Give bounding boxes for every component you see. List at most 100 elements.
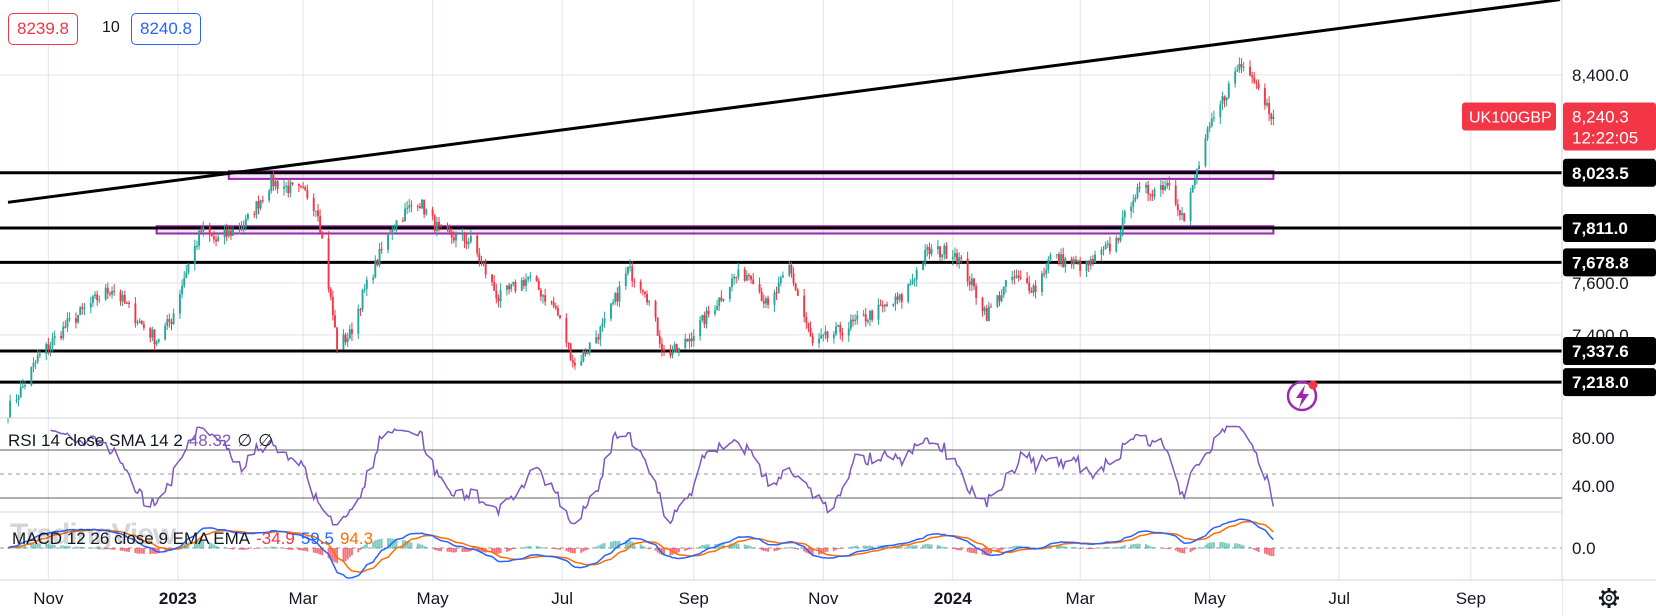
candle-body[interactable] <box>181 285 184 295</box>
candle-body[interactable] <box>941 254 944 258</box>
candle-body[interactable] <box>261 200 264 202</box>
candle-body[interactable] <box>227 230 230 237</box>
candle-body[interactable] <box>953 253 956 257</box>
candle-body[interactable] <box>285 185 288 187</box>
candle-body[interactable] <box>334 315 336 328</box>
candle-body[interactable] <box>410 205 413 207</box>
candle-body[interactable] <box>47 344 50 350</box>
candle-body[interactable] <box>1091 258 1094 263</box>
candle-body[interactable] <box>522 280 525 286</box>
candle-body[interactable] <box>626 266 629 274</box>
candle-body[interactable] <box>939 246 942 258</box>
candle-body[interactable] <box>283 186 285 189</box>
candle-body[interactable] <box>291 182 294 184</box>
candle-body[interactable] <box>1013 276 1016 278</box>
candle-body[interactable] <box>433 215 436 231</box>
candle-body[interactable] <box>907 284 910 302</box>
candle-body[interactable] <box>722 298 725 301</box>
candle-body[interactable] <box>968 281 971 285</box>
candle-body[interactable] <box>467 242 470 244</box>
candle-body[interactable] <box>302 186 305 188</box>
candle-body[interactable] <box>1077 260 1080 262</box>
time-axis[interactable]: Nov 2023 Mar May Jul Sep Nov 2024 Mar May Jul Sep <box>0 579 1656 616</box>
candle-body[interactable] <box>588 342 591 352</box>
candle-body[interactable] <box>767 298 770 305</box>
candle-body[interactable] <box>140 320 143 325</box>
ask-price[interactable]: 8240.8 <box>131 13 201 45</box>
candle-body[interactable] <box>1132 200 1135 207</box>
candle-body[interactable] <box>818 338 820 344</box>
candle-body[interactable] <box>1136 187 1139 198</box>
candle-body[interactable] <box>1017 275 1020 278</box>
candle-body[interactable] <box>1002 286 1005 296</box>
candle-body[interactable] <box>391 229 394 235</box>
candle-body[interactable] <box>77 314 80 323</box>
candle-body[interactable] <box>1130 206 1133 212</box>
candle-body[interactable] <box>807 323 810 328</box>
candle-body[interactable] <box>639 281 642 290</box>
candle-body[interactable] <box>1055 254 1058 256</box>
candle-body[interactable] <box>257 201 260 209</box>
candle-body[interactable] <box>168 319 171 323</box>
candle-body[interactable] <box>1100 250 1103 255</box>
candle-body[interactable] <box>788 264 791 276</box>
candle-body[interactable] <box>951 256 954 259</box>
candle-body[interactable] <box>1268 102 1271 115</box>
candle-body[interactable] <box>1108 243 1111 252</box>
candle-body[interactable] <box>372 277 375 280</box>
candle-body[interactable] <box>1234 71 1237 84</box>
price-axis[interactable]: 8,400.07,600.07,400.08,023.57,811.07,678… <box>1561 0 1656 616</box>
candle-body[interactable] <box>440 225 443 227</box>
candle-body[interactable] <box>569 343 572 361</box>
candle-body[interactable] <box>183 278 186 286</box>
candle-body[interactable] <box>930 249 933 254</box>
candle-body[interactable] <box>348 329 351 339</box>
candle-body[interactable] <box>612 302 615 304</box>
candle-body[interactable] <box>752 279 755 285</box>
candle-body[interactable] <box>1085 261 1088 272</box>
candle-body[interactable] <box>1219 104 1222 118</box>
candle-body[interactable] <box>539 289 542 297</box>
candle-body[interactable] <box>735 276 738 278</box>
candle-body[interactable] <box>790 264 793 274</box>
candle-body[interactable] <box>781 275 784 278</box>
candle-body[interactable] <box>945 245 948 259</box>
candle-body[interactable] <box>1210 118 1213 127</box>
candle-body[interactable] <box>1045 269 1048 274</box>
candle-body[interactable] <box>777 282 780 294</box>
candle-body[interactable] <box>803 295 806 317</box>
candle-body[interactable] <box>123 294 126 303</box>
candle-body[interactable] <box>805 316 808 324</box>
candle-body[interactable] <box>1102 249 1105 251</box>
candle-body[interactable] <box>998 295 1001 302</box>
candle-body[interactable] <box>975 286 978 298</box>
candle-body[interactable] <box>1121 217 1124 235</box>
candle-body[interactable] <box>32 362 35 367</box>
candle-body[interactable] <box>796 289 799 296</box>
candle-body[interactable] <box>223 229 226 238</box>
candle-body[interactable] <box>321 232 324 239</box>
candle-body[interactable] <box>688 338 691 342</box>
candle-body[interactable] <box>304 187 307 191</box>
candle-body[interactable] <box>242 225 245 229</box>
candle-body[interactable] <box>529 276 532 278</box>
candle-body[interactable] <box>1189 191 1192 221</box>
candle-body[interactable] <box>212 236 215 240</box>
candle-body[interactable] <box>232 229 235 236</box>
candle-body[interactable] <box>1117 238 1120 241</box>
candle-body[interactable] <box>1015 275 1018 278</box>
candle-body[interactable] <box>629 266 632 268</box>
candle-body[interactable] <box>663 350 665 352</box>
candle-body[interactable] <box>677 347 680 352</box>
candle-body[interactable] <box>79 307 82 315</box>
candle-body[interactable] <box>200 230 203 232</box>
candle-body[interactable] <box>64 326 67 328</box>
candle-body[interactable] <box>913 279 916 281</box>
candle-body[interactable] <box>520 280 523 291</box>
candle-body[interactable] <box>718 297 721 307</box>
candle-body[interactable] <box>259 200 262 209</box>
candle-body[interactable] <box>552 301 555 307</box>
candle-body[interactable] <box>1183 213 1186 221</box>
candle-body[interactable] <box>306 190 309 198</box>
candle-body[interactable] <box>1149 194 1152 196</box>
